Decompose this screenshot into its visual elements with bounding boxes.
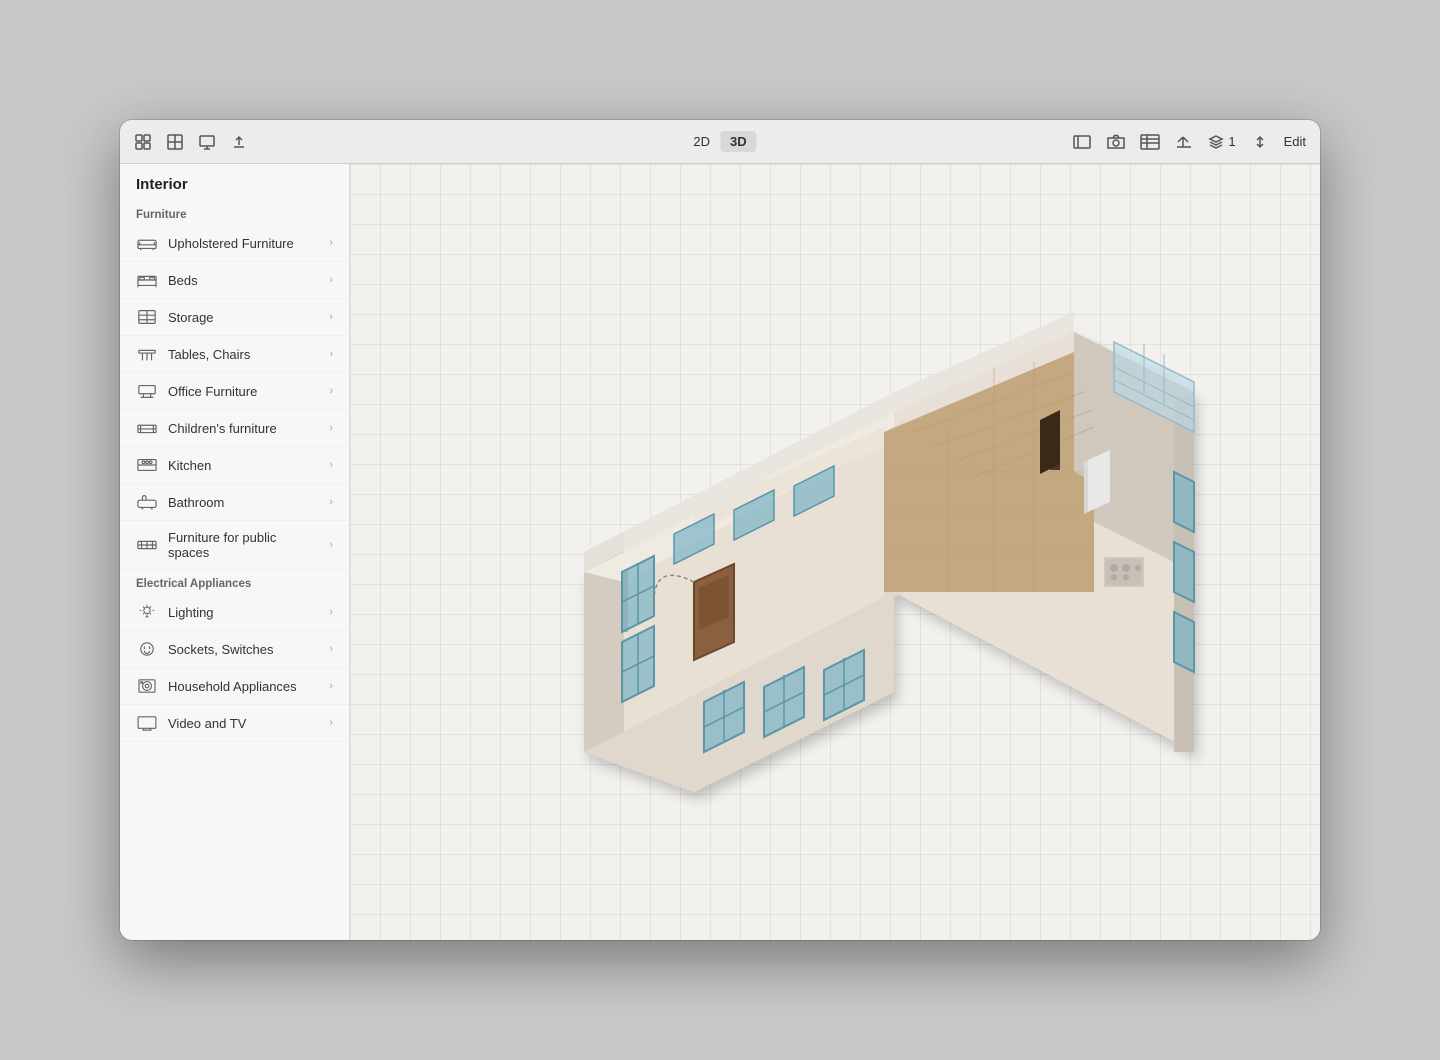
toolbar-center: 2D 3D (683, 131, 756, 152)
sidebar-item-tv[interactable]: Video and TV › (120, 705, 349, 742)
storage-icon (136, 308, 158, 326)
office-label: Office Furniture (168, 384, 319, 399)
layers-icon[interactable] (1140, 132, 1160, 152)
toolbar: 2D 3D (120, 120, 1320, 164)
upholstered-label: Upholstered Furniture (168, 236, 319, 251)
bed-icon (136, 271, 158, 289)
bathroom-icon (136, 493, 158, 511)
socket-icon (136, 640, 158, 658)
chevron-right-icon: › (329, 385, 333, 397)
share-icon[interactable] (1174, 132, 1194, 152)
chevron-right-icon: › (329, 422, 333, 434)
lighting-label: Lighting (168, 605, 319, 620)
sofa-icon (136, 234, 158, 252)
tv-icon (136, 714, 158, 732)
view-3d-button[interactable]: 3D (720, 131, 757, 152)
chevron-right-icon: › (329, 496, 333, 508)
upload-icon[interactable] (230, 133, 248, 151)
table-icon (136, 345, 158, 363)
public-label: Furniture for public spaces (168, 530, 319, 560)
beds-label: Beds (168, 273, 319, 288)
sidebar-item-kitchen[interactable]: Kitchen › (120, 447, 349, 484)
chevron-right-icon: › (329, 680, 333, 692)
toolbar-left (134, 133, 1056, 151)
kitchen-label: Kitchen (168, 458, 319, 473)
layers-button[interactable]: 1 (1208, 134, 1235, 150)
chevron-right-icon: › (329, 348, 333, 360)
sidebar-title: Interior (120, 164, 349, 201)
camera-icon[interactable] (1106, 132, 1126, 152)
sidebar-item-storage[interactable]: Storage › (120, 299, 349, 336)
tables-label: Tables, Chairs (168, 347, 319, 362)
children-label: Children's furniture (168, 421, 319, 436)
sidebar: Interior Furniture Upholstered Furniture… (120, 164, 350, 940)
sidebar-item-upholstered[interactable]: Upholstered Furniture › (120, 225, 349, 262)
layers-count: 1 (1228, 134, 1235, 149)
chevron-right-icon: › (329, 459, 333, 471)
kitchen-icon (136, 456, 158, 474)
appliance-icon (136, 677, 158, 695)
chevron-icon[interactable] (1250, 132, 1270, 152)
sidebar-item-lighting[interactable]: Lighting › (120, 594, 349, 631)
app-window: 2D 3D (120, 120, 1320, 940)
chevron-right-icon: › (329, 606, 333, 618)
grid2-icon[interactable] (166, 133, 184, 151)
storage-label: Storage (168, 310, 319, 325)
chevron-right-icon: › (329, 717, 333, 729)
chevron-right-icon: › (329, 539, 333, 551)
office-icon (136, 382, 158, 400)
grid-icon[interactable] (134, 133, 152, 151)
chevron-right-icon: › (329, 274, 333, 286)
chevron-right-icon: › (329, 643, 333, 655)
floorplan-3d-view (494, 272, 1274, 832)
viewport-3d[interactable] (350, 164, 1320, 940)
appliances-label: Household Appliances (168, 679, 319, 694)
main-content: Interior Furniture Upholstered Furniture… (120, 164, 1320, 940)
bathroom-label: Bathroom (168, 495, 319, 510)
furniture-section-header: Furniture (120, 201, 349, 225)
lighting-icon (136, 603, 158, 621)
public-icon (136, 536, 158, 554)
sidebar-item-public[interactable]: Furniture for public spaces › (120, 521, 349, 570)
expand-icon[interactable] (1072, 132, 1092, 152)
electrical-section-header: Electrical Appliances (120, 570, 349, 594)
toolbar-right: 1 Edit (1072, 132, 1306, 152)
view-2d-button[interactable]: 2D (683, 131, 720, 152)
sidebar-item-bathroom[interactable]: Bathroom › (120, 484, 349, 521)
monitor-icon[interactable] (198, 133, 216, 151)
chevron-right-icon: › (329, 311, 333, 323)
edit-button[interactable]: Edit (1284, 134, 1306, 149)
tv-label: Video and TV (168, 716, 319, 731)
sidebar-item-beds[interactable]: Beds › (120, 262, 349, 299)
children-icon (136, 419, 158, 437)
chevron-right-icon: › (329, 237, 333, 249)
sidebar-item-children[interactable]: Children's furniture › (120, 410, 349, 447)
sidebar-item-sockets[interactable]: Sockets, Switches › (120, 631, 349, 668)
sidebar-item-tables[interactable]: Tables, Chairs › (120, 336, 349, 373)
sidebar-item-office[interactable]: Office Furniture › (120, 373, 349, 410)
sidebar-item-appliances[interactable]: Household Appliances › (120, 668, 349, 705)
sockets-label: Sockets, Switches (168, 642, 319, 657)
